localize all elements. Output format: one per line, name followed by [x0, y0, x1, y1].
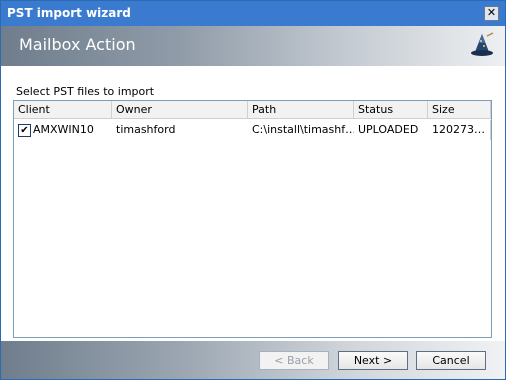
- close-button[interactable]: ✕: [484, 6, 499, 21]
- cell-size: 120273…: [428, 120, 491, 140]
- page-heading: Mailbox Action: [19, 35, 136, 54]
- wizard-hat-icon: [471, 32, 494, 56]
- next-button[interactable]: Next >: [338, 351, 408, 370]
- column-header-status[interactable]: Status: [354, 101, 428, 118]
- title-bar: PST import wizard ✕: [1, 1, 505, 26]
- instruction-label: Select PST files to import: [16, 85, 155, 98]
- wizard-banner: Mailbox Action: [1, 26, 505, 66]
- back-button[interactable]: < Back: [259, 351, 329, 370]
- column-header-path[interactable]: Path: [248, 101, 354, 118]
- close-icon: ✕: [486, 6, 497, 19]
- wizard-footer: < Back Next > Cancel: [1, 341, 505, 379]
- window-title: PST import wizard: [7, 6, 131, 20]
- table-row[interactable]: ✔ AMXWIN10 timashford C:\install\timashf…: [14, 120, 491, 140]
- cancel-button[interactable]: Cancel: [416, 351, 486, 370]
- pst-import-wizard-window: PST import wizard ✕ Mailbox Action Selec…: [0, 0, 506, 380]
- pst-files-grid[interactable]: Client Owner Path Status Size ✔ AMXWIN10…: [13, 100, 492, 338]
- cell-status: UPLOADED: [358, 123, 419, 136]
- row-checkbox[interactable]: ✔: [18, 124, 31, 137]
- cell-owner: timashford: [116, 123, 176, 136]
- client-value: AMXWIN10: [33, 123, 94, 136]
- cell-client: ✔ AMXWIN10: [14, 120, 112, 140]
- grid-header: Client Owner Path Status Size: [14, 101, 491, 119]
- column-header-client[interactable]: Client: [14, 101, 112, 118]
- cell-path: C:\install\timashf…: [252, 123, 354, 136]
- column-header-size[interactable]: Size: [428, 101, 491, 118]
- column-header-owner[interactable]: Owner: [112, 101, 248, 118]
